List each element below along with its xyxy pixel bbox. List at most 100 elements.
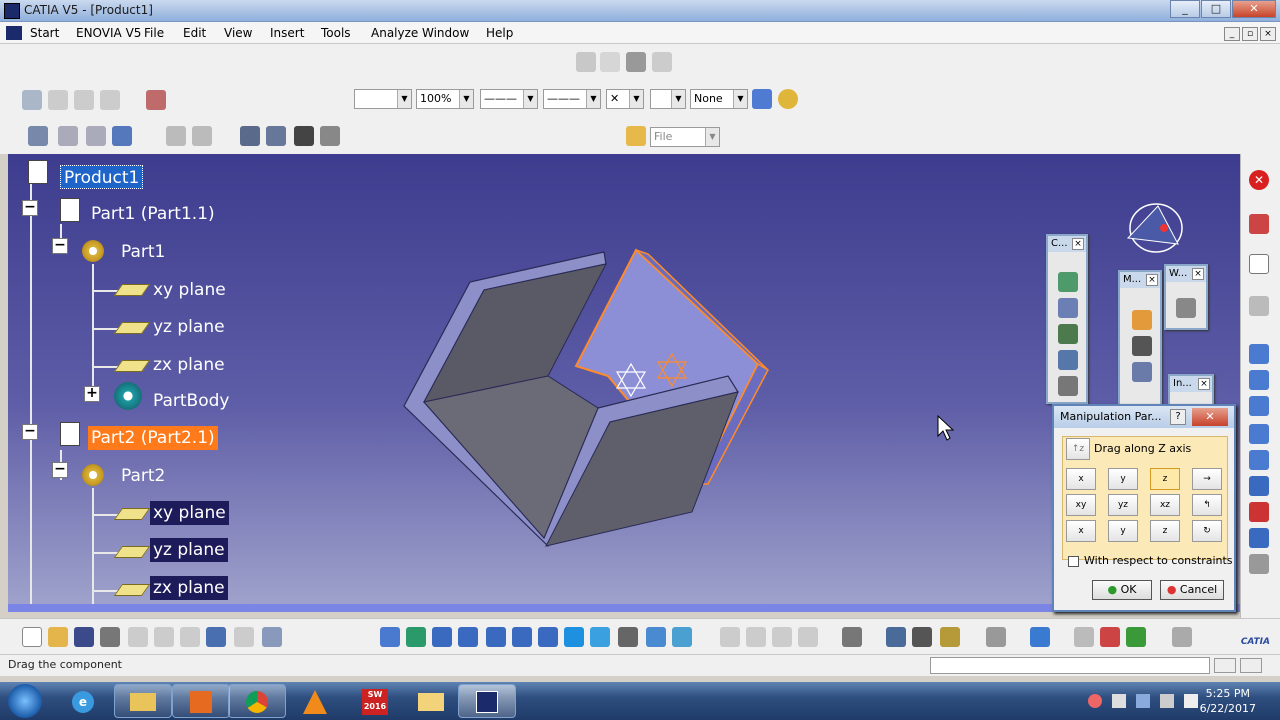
new-product-icon[interactable]	[1249, 370, 1269, 390]
drag-plane-icon[interactable]: ↰	[1192, 494, 1222, 516]
solidworks-taskbar-icon[interactable]: SW 2016	[346, 684, 404, 718]
pdf-icon[interactable]	[1249, 214, 1269, 234]
part-instance-icon[interactable]	[60, 422, 80, 446]
manage-representations-icon[interactable]	[1249, 554, 1269, 574]
product-icon[interactable]	[28, 160, 48, 184]
network-icon[interactable]	[266, 126, 286, 146]
menu-help[interactable]: Help	[486, 26, 513, 40]
measure-item-icon[interactable]	[746, 627, 766, 647]
rotate-icon[interactable]	[458, 627, 478, 647]
power-input-field[interactable]	[930, 657, 1210, 674]
save-icon[interactable]	[74, 627, 94, 647]
parameter-icon[interactable]	[320, 126, 340, 146]
drag-direction-icon[interactable]: →	[1192, 468, 1222, 490]
rotate-z-axis-icon[interactable]: z	[1150, 520, 1180, 542]
drag-xy-plane-icon[interactable]: xy	[1066, 494, 1096, 516]
expand-icon[interactable]: +	[84, 386, 100, 402]
tray-usb-icon[interactable]	[1136, 694, 1150, 708]
shading-icon[interactable]	[618, 627, 638, 647]
paste-icon[interactable]	[180, 627, 200, 647]
tray-flag-icon[interactable]	[1112, 694, 1126, 708]
painter-icon[interactable]	[752, 89, 772, 109]
fit-all-icon[interactable]	[406, 627, 426, 647]
new-icon[interactable]	[22, 627, 42, 647]
flag-icon[interactable]	[86, 126, 106, 146]
axis-icon[interactable]	[28, 126, 48, 146]
whats-this-icon[interactable]	[262, 627, 282, 647]
tray-app-icon[interactable]	[1088, 694, 1102, 708]
part-instance-icon[interactable]	[60, 198, 80, 222]
paste-icon[interactable]	[100, 90, 120, 110]
rotate-x-axis-icon[interactable]: x	[1066, 520, 1096, 542]
toolbar-close-icon[interactable]: ×	[1146, 274, 1158, 286]
open-icon[interactable]	[48, 627, 68, 647]
help-icon[interactable]	[652, 52, 672, 72]
snap-icon[interactable]	[1132, 336, 1152, 356]
clash-icon[interactable]	[886, 627, 906, 647]
tree-node-product1[interactable]: Product1	[60, 165, 144, 189]
new-part-icon[interactable]	[1249, 396, 1269, 416]
tree-node-part1[interactable]: Part1	[118, 240, 168, 264]
reorder-icon[interactable]	[1249, 476, 1269, 496]
layer-number-select[interactable]: ▼	[650, 89, 686, 109]
workbench-toolbar[interactable]: W... ×	[1164, 264, 1208, 330]
mdi-restore-icon[interactable]: ▫	[1242, 27, 1258, 41]
normal-view-icon[interactable]	[538, 627, 558, 647]
hide-show-icon[interactable]	[646, 627, 666, 647]
part-gear-icon[interactable]	[82, 240, 104, 262]
toolbar-close-icon[interactable]: ×	[1192, 268, 1204, 280]
coincidence-icon[interactable]	[1058, 272, 1078, 292]
contact-icon[interactable]	[1058, 298, 1078, 318]
color-select[interactable]: ▼	[354, 89, 412, 109]
dialog-help-button[interactable]: ?	[1170, 409, 1186, 425]
select-icon[interactable]	[22, 90, 42, 110]
menu-tools[interactable]: Tools	[321, 26, 351, 40]
redo-icon[interactable]	[234, 627, 254, 647]
multi-instantiate-icon[interactable]	[1249, 528, 1269, 548]
collapse-icon[interactable]: −	[22, 200, 38, 216]
swap-visible-space-icon[interactable]	[672, 627, 692, 647]
pan-icon[interactable]	[432, 627, 452, 647]
measure-inertia-icon[interactable]	[772, 627, 792, 647]
chrome-taskbar-icon[interactable]	[228, 684, 286, 718]
minimize-button[interactable]: _	[1170, 0, 1200, 18]
properties-icon[interactable]	[778, 89, 798, 109]
tree-node-zx-plane-2[interactable]: zx plane	[150, 576, 228, 600]
power-input-button[interactable]	[1214, 658, 1236, 673]
drag-z-axis-icon[interactable]: z	[1150, 468, 1180, 490]
cut-icon[interactable]	[128, 627, 148, 647]
ok-button[interactable]: ● OK	[1092, 580, 1152, 600]
distance-icon[interactable]	[940, 627, 960, 647]
tree-node-yz-plane[interactable]: yz plane	[150, 315, 228, 339]
move-icon[interactable]	[48, 90, 68, 110]
constraints-checkbox[interactable]	[1068, 556, 1079, 567]
angle-icon[interactable]	[1058, 350, 1078, 370]
zoom-out-icon[interactable]	[512, 627, 532, 647]
tree-node-partbody[interactable]: PartBody	[150, 389, 232, 413]
measure-icon[interactable]	[600, 52, 620, 72]
new-component-icon[interactable]	[1249, 344, 1269, 364]
mechanism-icon[interactable]	[1100, 627, 1120, 647]
close-button[interactable]: ✕	[1232, 0, 1276, 18]
refresh-icon[interactable]	[986, 627, 1006, 647]
folder-taskbar-icon[interactable]	[402, 684, 460, 718]
drag-xz-plane-icon[interactable]: xz	[1150, 494, 1180, 516]
text-icon[interactable]	[58, 126, 78, 146]
system-clock[interactable]: 5:25 PM 6/22/2017	[1200, 686, 1256, 716]
copy-icon[interactable]	[74, 90, 94, 110]
copy-icon[interactable]	[154, 627, 174, 647]
toolbar-close-icon[interactable]: ×	[1072, 238, 1084, 250]
replace-component-icon[interactable]	[1249, 450, 1269, 470]
offset-icon[interactable]	[1058, 324, 1078, 344]
menu-enovia[interactable]: ENOVIA V5	[76, 26, 141, 40]
generate-numbering-icon[interactable]	[1249, 502, 1269, 522]
menu-window[interactable]: Window	[422, 26, 469, 40]
tray-network-icon[interactable]	[1160, 694, 1174, 708]
select-trap-icon[interactable]	[1249, 296, 1269, 316]
drag-x-axis-icon[interactable]: x	[1066, 468, 1096, 490]
collapse-icon[interactable]: −	[22, 424, 38, 440]
tree-node-part2-instance[interactable]: Part2 (Part2.1)	[88, 426, 218, 450]
menu-analyze[interactable]: Analyze	[371, 26, 418, 40]
rotate-axis-icon[interactable]: ↻	[1192, 520, 1222, 542]
collapse-icon[interactable]: −	[52, 238, 68, 254]
